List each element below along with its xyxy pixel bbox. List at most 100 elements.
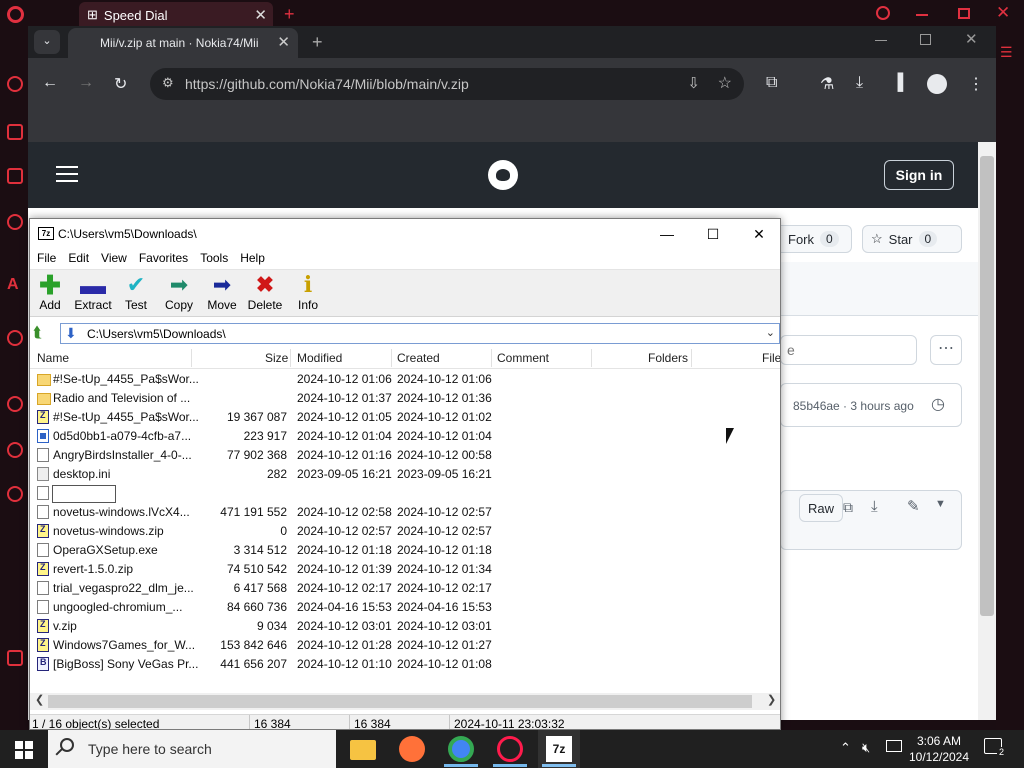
- extensions-icon[interactable]: ⧉: [766, 74, 777, 92]
- history-icon[interactable]: [7, 396, 23, 412]
- latest-commit-box[interactable]: 85b46ae · 3 hours ago ◷: [780, 383, 962, 427]
- menu-file[interactable]: File: [37, 249, 62, 269]
- twitch-icon[interactable]: [7, 168, 23, 184]
- menu-favorites[interactable]: Favorites: [139, 249, 194, 269]
- address-bar[interactable]: ⚙ https://github.com/Nokia74/Mii/blob/ma…: [150, 68, 744, 100]
- up-folder-icon[interactable]: ⮬: [33, 324, 51, 342]
- back-arrow-icon[interactable]: ←: [42, 74, 58, 92]
- file-row[interactable]: Radio and Television of ... 2024-10-12 01…: [30, 389, 780, 408]
- file-list[interactable]: #!Se-tUp_4455_Pa$sWor... 2024-10-12 01:06…: [30, 370, 780, 690]
- go-to-file-input[interactable]: e: [780, 335, 917, 365]
- volume-muted-icon[interactable]: 🔇︎: [862, 740, 870, 756]
- file-row[interactable]: ungoogled-chromium_... 84 660 736 2024-04-…: [30, 598, 780, 617]
- star-button[interactable]: ☆ Star 0: [862, 225, 962, 253]
- file-row[interactable]: [30, 484, 780, 503]
- opera-tab-speed-dial[interactable]: ⊞ Speed Dial ✕: [79, 2, 273, 28]
- edit-dropdown-icon[interactable]: ▼: [935, 498, 946, 510]
- edit-pencil-icon[interactable]: ✎: [907, 497, 920, 515]
- firefox-icon[interactable]: [399, 736, 425, 762]
- opera-restore-button[interactable]: [958, 8, 970, 19]
- rename-input[interactable]: [52, 485, 116, 503]
- download-icon[interactable]: ⤓: [871, 498, 878, 515]
- profile-avatar[interactable]: [927, 74, 947, 94]
- file-row[interactable]: AngryBirdsInstaller_4-0-... 77 902 368 202…: [30, 446, 780, 465]
- fork-button[interactable]: Fork 0: [780, 225, 852, 253]
- settings-gear-icon[interactable]: [7, 486, 23, 502]
- chrome-close-button[interactable]: ✕: [965, 30, 978, 48]
- sign-in-button[interactable]: Sign in: [884, 160, 954, 190]
- file-row[interactable]: desktop.ini 282 2023-09-05 16:21 2023-09-05…: [30, 465, 780, 484]
- more-options-button[interactable]: ⋯: [930, 335, 962, 365]
- col-size[interactable]: Size: [265, 351, 288, 365]
- taskbar-search-box[interactable]: Type here to search: [48, 730, 336, 768]
- path-combobox[interactable]: ⬇ C:\Users\vm5\Downloads\ ⌄: [60, 323, 780, 344]
- menu-tools[interactable]: Tools: [200, 249, 234, 269]
- install-app-icon[interactable]: ⇩: [687, 74, 700, 92]
- file-explorer-icon[interactable]: [350, 740, 376, 760]
- file-row[interactable]: 0d5d0bb1-a079-4cfb-a7... 223 917 2024-10-1…: [30, 427, 780, 446]
- opera-close-button[interactable]: ✕: [996, 3, 1010, 23]
- chrome-new-tab-button[interactable]: +: [312, 32, 323, 53]
- file-row[interactable]: novetus-windows.lVcX4... 471 191 552 2024-…: [30, 503, 780, 522]
- minimize-button[interactable]: —: [652, 223, 682, 245]
- file-row[interactable]: trial_vegaspro22_dlm_je... 6 417 568 2024-…: [30, 579, 780, 598]
- chrome-minimize-button[interactable]: [875, 40, 887, 41]
- info-button[interactable]: i Info: [286, 272, 330, 312]
- file-row[interactable]: #!Se-tUp_4455_Pa$sWor... 19 367 087 2024-1…: [30, 408, 780, 427]
- raw-button[interactable]: Raw: [799, 494, 844, 522]
- opera-search-icon[interactable]: [876, 6, 890, 20]
- chrome-tab-search-button[interactable]: ⌄: [34, 30, 60, 54]
- file-row[interactable]: [BigBoss] Sony VeGas Pr... 441 656 207 202…: [30, 655, 780, 674]
- discord-icon[interactable]: [7, 214, 23, 230]
- bag-icon[interactable]: [7, 124, 23, 140]
- file-row[interactable]: Windows7Games_for_W... 153 842 646 2024-10…: [30, 636, 780, 655]
- cube-icon[interactable]: [7, 442, 23, 458]
- extract-button[interactable]: ▬ Extract: [71, 272, 115, 312]
- maximize-button[interactable]: ☐: [698, 223, 728, 245]
- add-button[interactable]: ✚ Add: [30, 272, 72, 312]
- forward-arrow-icon[interactable]: →: [78, 74, 94, 92]
- file-row[interactable]: #!Se-tUp_4455_Pa$sWor... 2024-10-12 01:06…: [30, 370, 780, 389]
- delete-button[interactable]: ✖ Delete: [243, 272, 287, 312]
- chrome-maximize-button[interactable]: [920, 34, 931, 45]
- horizontal-scrollbar-thumb[interactable]: [48, 695, 752, 708]
- close-button[interactable]: ✕: [744, 223, 774, 245]
- col-modified[interactable]: Modified: [297, 351, 342, 365]
- speed-icon[interactable]: [7, 76, 23, 92]
- labs-flask-icon[interactable]: ⚗: [820, 74, 834, 94]
- file-row[interactable]: novetus-windows.zip 0 2024-10-12 02:57 2024…: [30, 522, 780, 541]
- windows-start-icon[interactable]: [15, 741, 33, 759]
- test-button[interactable]: ✔ Test: [114, 272, 158, 312]
- col-created[interactable]: Created: [397, 351, 440, 365]
- notifications-icon[interactable]: 2: [984, 738, 1007, 757]
- chrome-menu-icon[interactable]: ⋮: [968, 74, 984, 94]
- gallery-icon[interactable]: [7, 650, 23, 666]
- chrome-icon[interactable]: [448, 736, 474, 762]
- col-files[interactable]: File: [762, 351, 780, 365]
- opera-new-tab-button[interactable]: +: [284, 4, 295, 25]
- menu-lines-icon[interactable]: ☰: [1000, 44, 1013, 61]
- aria-icon[interactable]: A: [7, 276, 23, 293]
- bookmark-star-icon[interactable]: ☆: [718, 73, 732, 93]
- menu-help[interactable]: Help: [240, 249, 271, 269]
- hamburger-menu-icon[interactable]: [56, 166, 78, 182]
- menu-view[interactable]: View: [101, 249, 133, 269]
- close-tab-icon[interactable]: ✕: [277, 33, 290, 51]
- close-tab-icon[interactable]: ✕: [254, 6, 267, 24]
- scroll-left-icon[interactable]: ❮: [35, 693, 44, 706]
- tray-chevron-up-icon[interactable]: ⌃: [840, 740, 851, 756]
- play-icon[interactable]: [7, 330, 23, 346]
- taskbar-clock[interactable]: 3:06 AM 10/12/2024: [906, 733, 972, 765]
- copy-button[interactable]: ➡ Copy: [157, 272, 201, 312]
- side-panel-icon[interactable]: ▐: [892, 74, 903, 92]
- copy-icon[interactable]: ⧉: [843, 499, 853, 516]
- reload-icon[interactable]: ↻: [114, 74, 127, 94]
- chrome-tab-active[interactable]: Mii/v.zip at main · Nokia74/Mii ✕: [68, 28, 298, 58]
- file-row[interactable]: revert-1.5.0.zip 74 510 542 2024-10-12 01:…: [30, 560, 780, 579]
- downloads-icon[interactable]: ⤓: [856, 74, 863, 92]
- chevron-down-icon[interactable]: ⌄: [766, 326, 775, 339]
- scroll-right-icon[interactable]: ❯: [767, 693, 776, 706]
- col-folders[interactable]: Folders: [648, 351, 688, 365]
- network-icon[interactable]: [886, 740, 902, 752]
- github-logo-icon[interactable]: [488, 160, 518, 190]
